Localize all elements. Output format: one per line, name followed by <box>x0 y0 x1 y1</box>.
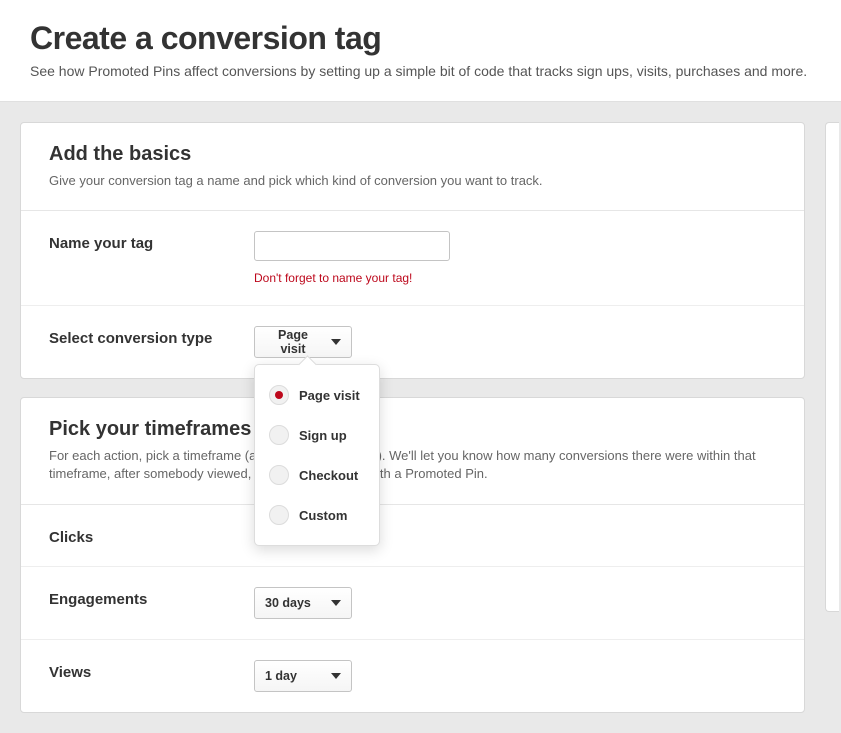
views-label: Views <box>49 660 254 681</box>
right-panel-edge <box>825 122 839 612</box>
basics-card-header: Add the basics Give your conversion tag … <box>21 123 804 211</box>
radio-icon <box>269 385 289 405</box>
views-select[interactable]: 1 day <box>254 660 352 692</box>
timeframes-desc: For each action, pick a timeframe (also … <box>49 447 776 483</box>
name-row: Name your tag Don't forget to name your … <box>21 211 804 306</box>
timeframes-title: Pick your timeframes <box>49 418 776 441</box>
caret-down-icon <box>331 600 341 606</box>
basics-title: Add the basics <box>49 143 776 166</box>
page-subtitle: See how Promoted Pins affect conversions… <box>30 63 811 79</box>
dropdown-option-label: Checkout <box>299 468 358 483</box>
engagements-value: 30 days <box>265 596 311 610</box>
radio-icon <box>269 505 289 525</box>
dropdown-option-label: Custom <box>299 508 347 523</box>
caret-down-icon <box>331 673 341 679</box>
name-label: Name your tag <box>49 231 254 252</box>
dropdown-option-page-visit[interactable]: Page visit <box>255 375 379 415</box>
conversion-type-label: Select conversion type <box>49 326 254 347</box>
views-value: 1 day <box>265 669 297 683</box>
dropdown-option-label: Sign up <box>299 428 347 443</box>
timeframes-card: Pick your timeframes For each action, pi… <box>20 397 805 712</box>
dropdown-option-checkout[interactable]: Checkout <box>255 455 379 495</box>
caret-down-icon <box>331 339 341 345</box>
basics-card: Add the basics Give your conversion tag … <box>20 122 805 379</box>
conversion-type-select[interactable]: Page visit <box>254 326 352 358</box>
conversion-type-row: Select conversion type Page visit Page v… <box>21 306 804 378</box>
engagements-label: Engagements <box>49 587 254 608</box>
dropdown-option-sign-up[interactable]: Sign up <box>255 415 379 455</box>
dropdown-option-label: Page visit <box>299 388 360 403</box>
basics-desc: Give your conversion tag a name and pick… <box>49 172 776 190</box>
name-error-text: Don't forget to name your tag! <box>254 271 776 285</box>
page-title: Create a conversion tag <box>30 20 811 57</box>
clicks-label: Clicks <box>49 525 254 546</box>
timeframes-card-header: Pick your timeframes For each action, pi… <box>21 398 804 504</box>
page-header: Create a conversion tag See how Promoted… <box>0 0 841 102</box>
radio-icon <box>269 425 289 445</box>
views-row: Views 1 day <box>21 640 804 712</box>
clicks-row: Clicks <box>21 505 804 567</box>
engagements-select[interactable]: 30 days <box>254 587 352 619</box>
content-area: Add the basics Give your conversion tag … <box>0 102 841 733</box>
dropdown-option-custom[interactable]: Custom <box>255 495 379 535</box>
radio-icon <box>269 465 289 485</box>
tag-name-input[interactable] <box>254 231 450 261</box>
conversion-type-dropdown: Page visit Sign up Checkout Custom <box>254 364 380 546</box>
conversion-type-selected-value: Page visit <box>265 328 321 356</box>
engagements-row: Engagements 30 days <box>21 567 804 640</box>
